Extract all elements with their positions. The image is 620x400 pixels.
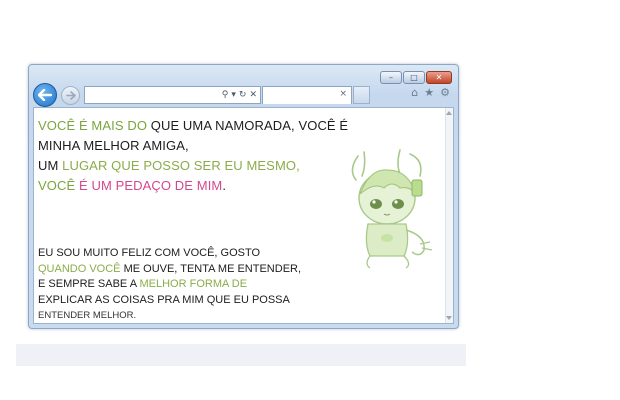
text-segment: MELHOR FORMA DE	[139, 278, 248, 290]
home-icon[interactable]: ⌂	[411, 87, 418, 98]
window-caption-buttons: – □ ✕	[380, 71, 452, 84]
text-segment: QUANDO VOCÊ	[38, 262, 124, 275]
text-segment: VOCÊ	[38, 178, 79, 193]
text-line: E SEMPRE SABE A MELHOR FORMA DE	[38, 277, 328, 293]
text-line: EU SOU MUITO FELIZ COM VOCÊ, GOSTO	[38, 247, 261, 259]
address-tools: ⚲ ▾ ↻ ✕	[222, 88, 257, 103]
text-segment: QUE UMA NAMORADA, VOCÊ É	[150, 118, 349, 133]
text-line: QUANDO VOCÊ ME OUVE, TENTA ME ENTENDER,	[38, 262, 328, 278]
text-line: VOCÊ É MAIS DO QUE UMA NAMORADA, VOCÊ É	[38, 116, 348, 136]
text-segment: VOCÊ É MAIS DO	[38, 118, 151, 133]
text-segment: É UM PEDAÇO DE MIM	[78, 178, 223, 193]
refresh-icon[interactable]: ↻	[239, 91, 247, 100]
forward-button[interactable]	[61, 86, 80, 105]
message-paragraph-1: VOCÊ É MAIS DO QUE UMA NAMORADA, VOCÊ É …	[38, 116, 348, 196]
text-line: ENTENDER MELHOR.	[38, 310, 137, 321]
text-line: EXPLICAR AS COISAS PRA MIM QUE EU POSSA	[38, 293, 290, 306]
stop-icon[interactable]: ✕	[249, 91, 257, 100]
settings-gear-icon[interactable]: ⚙	[440, 87, 450, 98]
scroll-up-icon[interactable]	[446, 111, 452, 115]
browser-toolbar: ⌂ ★ ⚙	[411, 87, 450, 98]
message-paragraph-2: EU SOU MUITO FELIZ COM VOCÊ, GOSTO QUAND…	[38, 246, 328, 323]
maximize-icon: □	[410, 72, 418, 82]
tab-close-icon[interactable]: ×	[339, 89, 347, 99]
text-line: MINHA MELHOR AMIGA,	[38, 138, 189, 153]
address-bar[interactable]: ⚲ ▾ ↻ ✕	[84, 86, 261, 104]
browser-window: – □ ✕ ⚲ ▾ ↻ ✕ × ⌂ ★ ⚙ VOCÊ É MAIS DO QUE…	[28, 64, 459, 329]
minimize-button[interactable]: –	[380, 71, 402, 84]
browser-tab[interactable]: ×	[262, 86, 352, 104]
arrow-right-icon	[65, 91, 76, 100]
chibi-character-image	[351, 149, 433, 269]
text-segment: ME OUVE, TENTA ME ENTENDER,	[123, 262, 302, 275]
maximize-button[interactable]: □	[403, 71, 425, 84]
text-line: VOCÊ É UM PEDAÇO DE MIM.	[38, 176, 338, 196]
favorites-star-icon[interactable]: ★	[424, 87, 434, 98]
text-segment: LUGAR QUE POSSO SER EU MESMO,	[62, 158, 300, 173]
dropdown-icon[interactable]: ▾	[231, 91, 236, 100]
page-background-band	[16, 344, 466, 366]
search-icon[interactable]: ⚲	[222, 91, 229, 100]
page-content: VOCÊ É MAIS DO QUE UMA NAMORADA, VOCÊ É …	[33, 107, 454, 324]
vertical-scrollbar[interactable]	[445, 108, 453, 323]
new-tab-button[interactable]	[353, 86, 370, 104]
text-segment: E SEMPRE SABE A	[38, 278, 140, 290]
text-line: UM LUGAR QUE POSSO SER EU MESMO,	[38, 156, 338, 176]
text-segment: .	[222, 178, 227, 193]
text-segment: UM	[38, 158, 63, 173]
minimize-icon: –	[389, 72, 393, 82]
close-icon: ✕	[435, 72, 443, 82]
back-button[interactable]	[33, 83, 57, 107]
close-window-button[interactable]: ✕	[426, 71, 452, 84]
arrow-left-icon	[38, 89, 52, 101]
scroll-down-icon[interactable]	[446, 316, 452, 320]
